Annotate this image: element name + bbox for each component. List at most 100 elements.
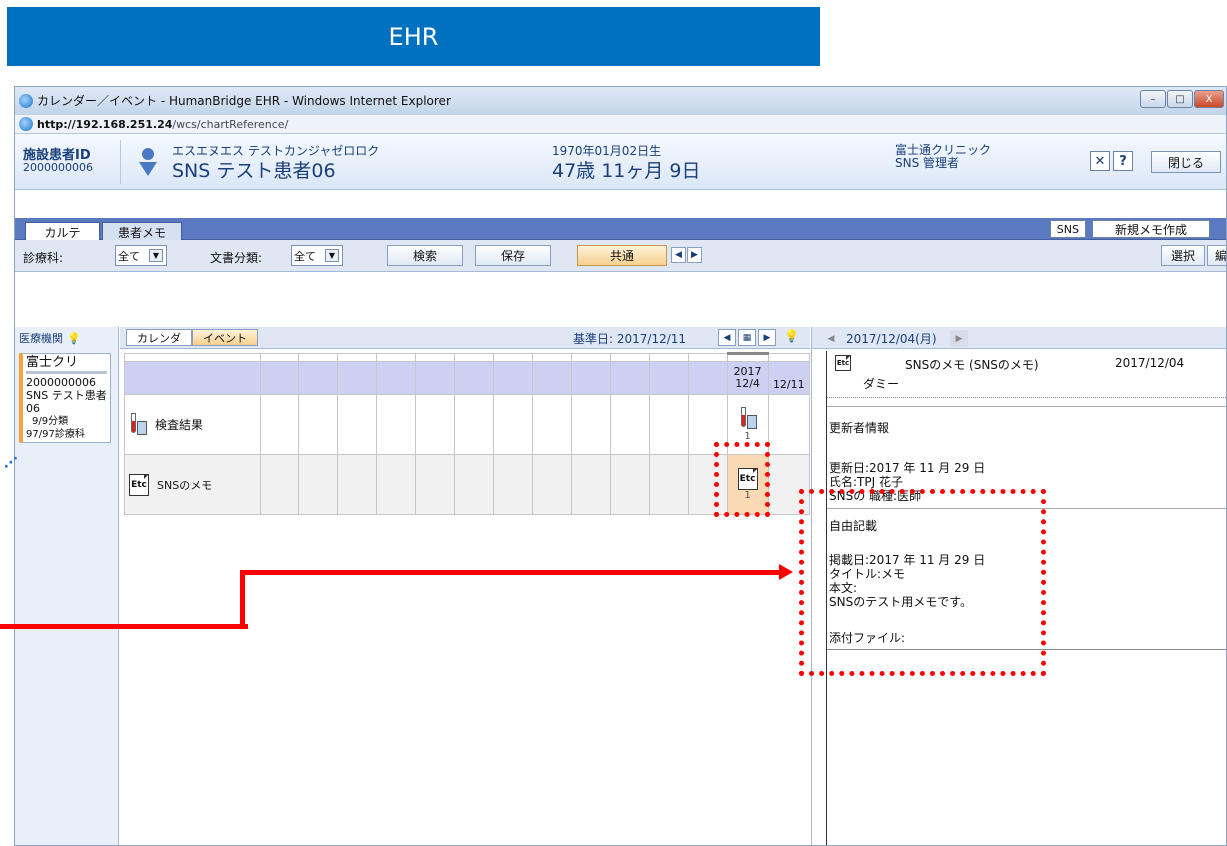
- row-label-text: 検査結果: [155, 418, 204, 432]
- memo-title: SNSのメモ (SNSのメモ): [905, 358, 1039, 372]
- base-date-label: 基準日:: [573, 332, 614, 346]
- prev-arrow-icon[interactable]: ◀: [822, 330, 840, 347]
- window-close-button[interactable]: X: [1194, 90, 1224, 108]
- left-panel-header: 医療機関 💡: [15, 327, 118, 349]
- divider: [827, 397, 1226, 398]
- updater-header: 更新者情報: [829, 421, 890, 435]
- view-calendar-button[interactable]: カレンダ: [126, 329, 192, 346]
- doc-class-select[interactable]: 全て ▼: [291, 245, 343, 266]
- patient-name: SNS テスト患者06: [172, 160, 336, 182]
- doc-class-label: 文書分類:: [210, 251, 263, 265]
- tools-icon[interactable]: ✕: [1090, 151, 1110, 171]
- help-icon[interactable]: ?: [1113, 151, 1133, 171]
- annotation-arrow-line: [0, 624, 248, 629]
- dept-count: 97/97診療科: [26, 429, 85, 440]
- search-button[interactable]: 検索: [387, 245, 463, 266]
- minimize-button[interactable]: –: [1140, 90, 1166, 108]
- next-arrow-icon[interactable]: ▶: [687, 247, 702, 263]
- page-favicon-icon: [19, 117, 33, 131]
- blue-dotted-annotation: ⋰: [4, 455, 18, 471]
- calendar-icon[interactable]: ▦: [738, 329, 756, 346]
- calendar-area: カレンダ イベント 基準日: 2017/12/11 ◀ ▦ ▶ 💡 2017 1…: [120, 327, 811, 845]
- address-url[interactable]: http://192.168.251.24/wcs/chartReference…: [37, 118, 288, 131]
- blank-row: [15, 190, 1226, 218]
- address-path: /wcs/chartReference/: [172, 117, 289, 131]
- window-controls: – □ X: [1140, 90, 1224, 108]
- browser-window: カレンダー／イベント - HumanBridge EHR - Windows I…: [14, 86, 1227, 846]
- common-button[interactable]: 共通: [577, 245, 667, 266]
- next-arrow-icon[interactable]: ▶: [758, 329, 776, 346]
- address-bar[interactable]: http://192.168.251.24/wcs/chartReference…: [15, 114, 1226, 134]
- clinic-info: 富士通クリニック SNS 管理者: [895, 144, 991, 170]
- chevron-down-icon: ▼: [325, 249, 339, 262]
- org-header-label: 医療機関: [19, 332, 63, 345]
- date-column-header: 12/11: [767, 361, 811, 395]
- class-count: 9/9分類: [32, 416, 69, 427]
- row-label-lab: 検査結果: [125, 412, 260, 437]
- ie-logo-icon: [19, 93, 33, 108]
- browser-titlebar: カレンダー／イベント - HumanBridge EHR - Windows I…: [15, 87, 1226, 114]
- window-title: カレンダー／イベント - HumanBridge EHR - Windows I…: [37, 94, 451, 108]
- base-date: 基準日: 2017/12/11: [573, 330, 686, 347]
- view-toggle: カレンダ イベント: [126, 329, 258, 346]
- ehr-banner: EHR: [7, 7, 820, 66]
- dept-select[interactable]: 全て ▼: [115, 245, 167, 266]
- screenshot-stage: EHR カレンダー／イベント - HumanBridge EHR - Windo…: [0, 0, 1227, 846]
- edit-button[interactable]: 編集: [1207, 245, 1226, 266]
- prev-arrow-icon[interactable]: ◀: [718, 329, 736, 346]
- tool-icons: ✕ ?: [1090, 151, 1133, 171]
- new-memo-button[interactable]: 新規メモ作成: [1092, 220, 1210, 238]
- lightbulb-icon[interactable]: 💡: [784, 329, 799, 346]
- row-label-text: SNSのメモ: [157, 478, 213, 492]
- annotation-arrowhead-icon: [779, 564, 793, 580]
- prev-arrow-icon[interactable]: ◀: [671, 247, 686, 263]
- dept-label: 診療科:: [23, 251, 64, 265]
- user-name: SNS 管理者: [895, 156, 960, 170]
- highlight-free-text: [799, 489, 1046, 676]
- doc-class-select-value: 全て: [294, 249, 316, 263]
- memo-sub: ダミー: [863, 377, 900, 391]
- select-button[interactable]: 選択: [1161, 245, 1205, 266]
- base-date-value: 2017/12/11: [616, 332, 687, 346]
- dept-select-value: 全て: [118, 249, 140, 263]
- calendar-toolbar: カレンダ イベント 基準日: 2017/12/11 ◀ ▦ ▶ 💡: [120, 327, 810, 349]
- tab-karte[interactable]: カルテ: [25, 222, 100, 241]
- test-tube-icon: [129, 412, 147, 437]
- event-count: 1: [744, 431, 751, 442]
- ehr-banner-title: EHR: [388, 22, 439, 51]
- address-host: http://192.168.251.24: [37, 117, 173, 131]
- date-label: 12/4: [735, 377, 760, 390]
- highlight-event-cell: [714, 442, 770, 517]
- org-card[interactable]: 富士クリ 2000000006 SNS テスト患者06 9/9分類 97/97診…: [19, 353, 111, 443]
- detail-toolbar: ◀ 2017/12/04(月) ▶: [812, 327, 1226, 349]
- date-label: 12/11: [772, 377, 805, 391]
- lightbulb-icon[interactable]: 💡: [67, 332, 81, 345]
- patient-age: 47歳 11ヶ月 9日: [552, 160, 701, 182]
- save-button[interactable]: 保存: [475, 245, 551, 266]
- next-arrow-icon[interactable]: ▶: [950, 330, 968, 347]
- sns-button[interactable]: SNS: [1049, 220, 1086, 238]
- divider: [827, 406, 1226, 407]
- etc-document-icon: Etc: [129, 473, 149, 496]
- base-date-nav: ◀ ▦ ▶ 💡: [718, 329, 799, 346]
- chevron-down-icon: ▼: [149, 249, 163, 262]
- tab-bar: カルテ 患者メモ SNS 新規メモ作成: [15, 218, 1226, 241]
- date-column-header: 2017 12/4: [726, 361, 769, 395]
- close-button[interactable]: 閉じる: [1151, 151, 1221, 173]
- patient-avatar-icon: [120, 140, 164, 184]
- view-event-button[interactable]: イベント: [192, 329, 258, 346]
- patient-id-value: 2000000006: [23, 161, 93, 174]
- memo-title-date: 2017/12/04: [1115, 356, 1185, 370]
- detail-date: 2017/12/04(月): [846, 332, 937, 346]
- patient-header: 施設患者ID 2000000006 エスエヌエス テストカンジャゼロロク SNS…: [15, 134, 1226, 190]
- row-label-sns-memo: Etc SNSのメモ: [125, 473, 260, 496]
- etc-document-icon: Etc: [835, 355, 851, 371]
- org-patient-id: 2000000006: [26, 376, 96, 389]
- org-patient-name: SNS テスト患者06: [26, 389, 107, 415]
- left-panel: 医療機関 💡 富士クリ 2000000006 SNS テスト患者06 9/9分類…: [15, 327, 119, 845]
- org-name: 富士クリ: [26, 356, 107, 374]
- tab-patient-memo[interactable]: 患者メモ: [102, 222, 182, 241]
- filter-bar: 診療科: 全て ▼ 文書分類: 全て ▼ 検索 保存 共通 ◀ ▶ 選択 編集: [15, 240, 1226, 272]
- annotation-arrow-line: [240, 570, 245, 629]
- maximize-button[interactable]: □: [1167, 90, 1193, 108]
